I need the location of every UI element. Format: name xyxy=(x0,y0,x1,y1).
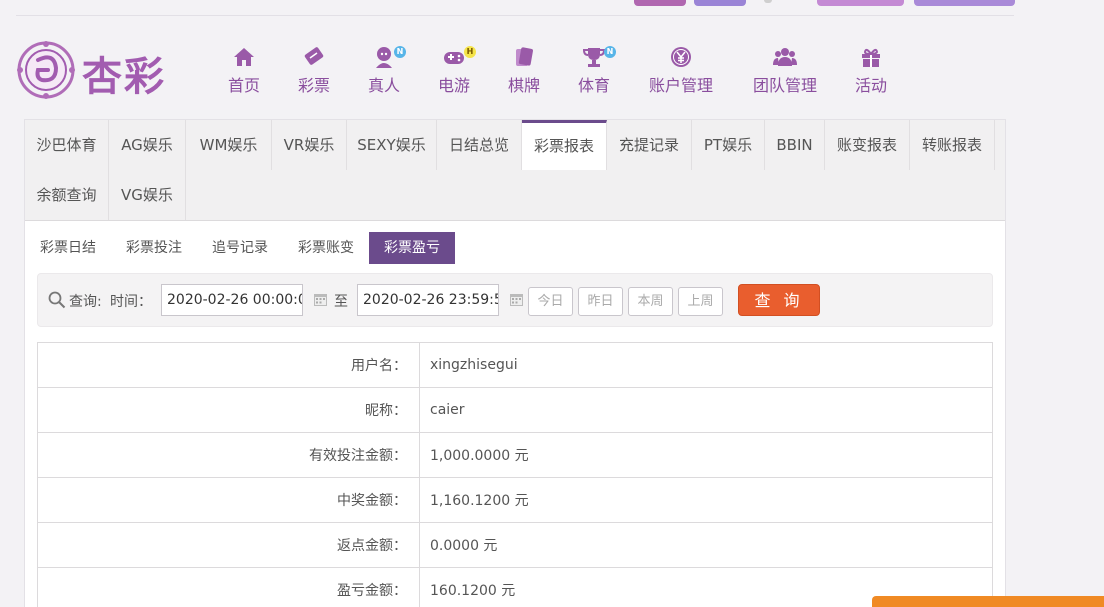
team-icon xyxy=(773,48,797,66)
tab-ag[interactable]: AG娱乐 xyxy=(109,120,186,170)
tab-saba-sports[interactable]: 沙巴体育 xyxy=(25,120,109,170)
live-dealer-icon xyxy=(376,47,392,68)
nav-label: 活动 xyxy=(854,76,887,95)
nav-item-egames[interactable]: H 电游 xyxy=(420,40,488,100)
row-label: 昵称： xyxy=(37,387,420,433)
nav-label: 彩票 xyxy=(297,76,330,95)
row-value: caier xyxy=(419,387,993,433)
top-strip xyxy=(0,0,1104,16)
subtab-lottery-daily[interactable]: 彩票日结 xyxy=(27,232,109,264)
playing-cards-icon xyxy=(516,47,533,66)
tab-sexy[interactable]: SEXY娱乐 xyxy=(347,120,437,170)
nav-item-cards[interactable]: 棋牌 xyxy=(490,40,558,100)
report-tabs: 沙巴体育 AG娱乐 WM娱乐 VR娱乐 SEXY娱乐 日结总览 彩票报表 充提记… xyxy=(25,120,1005,221)
nav-item-live[interactable]: N 真人 xyxy=(350,40,418,100)
home-icon xyxy=(234,48,254,66)
end-time-input[interactable]: 2020-02-26 23:59:59 xyxy=(357,284,499,316)
top-button-4[interactable] xyxy=(914,0,1015,6)
nav-item-promotions[interactable]: 活动 xyxy=(837,40,905,100)
yesterday-button[interactable]: 昨日 xyxy=(578,287,623,316)
table-row: 用户名： xingzhisegui xyxy=(37,342,993,388)
time-label: 时间： xyxy=(110,294,152,310)
logo-text: 杏彩 xyxy=(82,53,166,100)
tab-vg[interactable]: VG娱乐 xyxy=(109,170,186,220)
table-row: 返点金额： 0.0000 元 xyxy=(37,522,993,568)
tab-lottery-report[interactable]: 彩票报表 xyxy=(522,120,607,170)
tab-bbin[interactable]: BBIN xyxy=(765,120,825,170)
gift-icon xyxy=(862,48,880,67)
calendar-icon[interactable] xyxy=(509,292,524,307)
nav-item-lottery[interactable]: 彩票 xyxy=(280,40,348,100)
site-logo[interactable]: 杏彩 xyxy=(16,40,176,100)
tab-balance-query[interactable]: 余额查询 xyxy=(25,170,109,220)
query-label: 查询: xyxy=(69,294,102,310)
subtab-lottery-bets[interactable]: 彩票投注 xyxy=(112,232,196,264)
nav-item-account[interactable]: 账户管理 xyxy=(640,40,722,100)
top-button-1[interactable] xyxy=(634,0,686,6)
row-label: 用户名： xyxy=(37,342,420,388)
nav-label: 真人 xyxy=(367,76,400,95)
row-value: 1,000.0000 元 xyxy=(419,432,993,478)
nav-label: 体育 xyxy=(577,76,610,95)
subtab-lottery-ledger[interactable]: 彩票账变 xyxy=(284,232,368,264)
row-value: 0.0000 元 xyxy=(419,522,993,568)
row-value: 1,160.1200 元 xyxy=(419,477,993,523)
last-week-button[interactable]: 上周 xyxy=(678,287,723,316)
nav-item-team[interactable]: 团队管理 xyxy=(744,40,826,100)
row-label: 盈亏金额： xyxy=(37,567,420,607)
row-label: 返点金额： xyxy=(37,522,420,568)
row-label: 中奖金额： xyxy=(37,477,420,523)
nav-label: 首页 xyxy=(227,76,260,95)
start-time-input[interactable]: 2020-02-26 00:00:00 xyxy=(161,284,303,316)
hot-badge: H xyxy=(464,46,476,58)
top-indicator xyxy=(764,0,772,3)
gamepad-icon xyxy=(444,52,464,64)
table-row: 中奖金额： 1,160.1200 元 xyxy=(37,477,993,523)
top-button-3[interactable] xyxy=(817,0,904,6)
today-button[interactable]: 今日 xyxy=(528,287,573,316)
nav-label: 棋牌 xyxy=(507,76,540,95)
trophy-icon xyxy=(582,48,606,67)
calendar-icon[interactable] xyxy=(313,292,328,307)
top-divider xyxy=(16,15,1014,16)
table-row: 盈亏金额： 160.1200 元 xyxy=(37,567,993,607)
nav-label: 团队管理 xyxy=(752,76,817,95)
this-week-button[interactable]: 本周 xyxy=(628,287,673,316)
tab-transfer-report[interactable]: 转账报表 xyxy=(910,120,995,170)
row-value: xingzhisegui xyxy=(419,342,993,388)
subtab-chase-records[interactable]: 追号记录 xyxy=(198,232,282,264)
profit-summary-table: 用户名： xingzhisegui 昵称： caier 有效投注金额： 1,00… xyxy=(37,342,993,607)
logo-emblem-icon xyxy=(17,41,75,99)
row-label: 有效投注金额： xyxy=(37,432,420,478)
table-row: 昵称： caier xyxy=(37,387,993,433)
range-separator: 至 xyxy=(334,294,348,310)
nav-item-home[interactable]: 首页 xyxy=(210,40,278,100)
nav-label: 电游 xyxy=(437,76,470,95)
new-badge: N xyxy=(604,46,616,58)
lottery-ticket-icon xyxy=(304,47,324,65)
search-icon xyxy=(48,291,66,309)
search-button[interactable]: 查 询 xyxy=(738,284,820,316)
table-row: 有效投注金额： 1,000.0000 元 xyxy=(37,432,993,478)
nav-label: 账户管理 xyxy=(648,76,713,95)
yen-coin-icon xyxy=(671,47,691,67)
subtab-lottery-profit[interactable]: 彩票盈亏 xyxy=(369,232,455,264)
tab-wm[interactable]: WM娱乐 xyxy=(186,120,272,170)
floating-notice-bar[interactable] xyxy=(872,596,1104,607)
new-badge: N xyxy=(394,46,406,58)
nav-item-sports[interactable]: N 体育 xyxy=(560,40,628,100)
tab-balance-change[interactable]: 账变报表 xyxy=(825,120,910,170)
top-button-2[interactable] xyxy=(694,0,746,6)
tab-daily-overview[interactable]: 日结总览 xyxy=(437,120,522,170)
tab-deposit-withdraw[interactable]: 充提记录 xyxy=(607,120,692,170)
query-bar: 查询: 时间： 2020-02-26 00:00:00 至 2020-02-26… xyxy=(37,273,993,327)
tab-vr[interactable]: VR娱乐 xyxy=(272,120,347,170)
report-panel: 沙巴体育 AG娱乐 WM娱乐 VR娱乐 SEXY娱乐 日结总览 彩票报表 充提记… xyxy=(24,119,1006,607)
tab-pt[interactable]: PT娱乐 xyxy=(692,120,765,170)
